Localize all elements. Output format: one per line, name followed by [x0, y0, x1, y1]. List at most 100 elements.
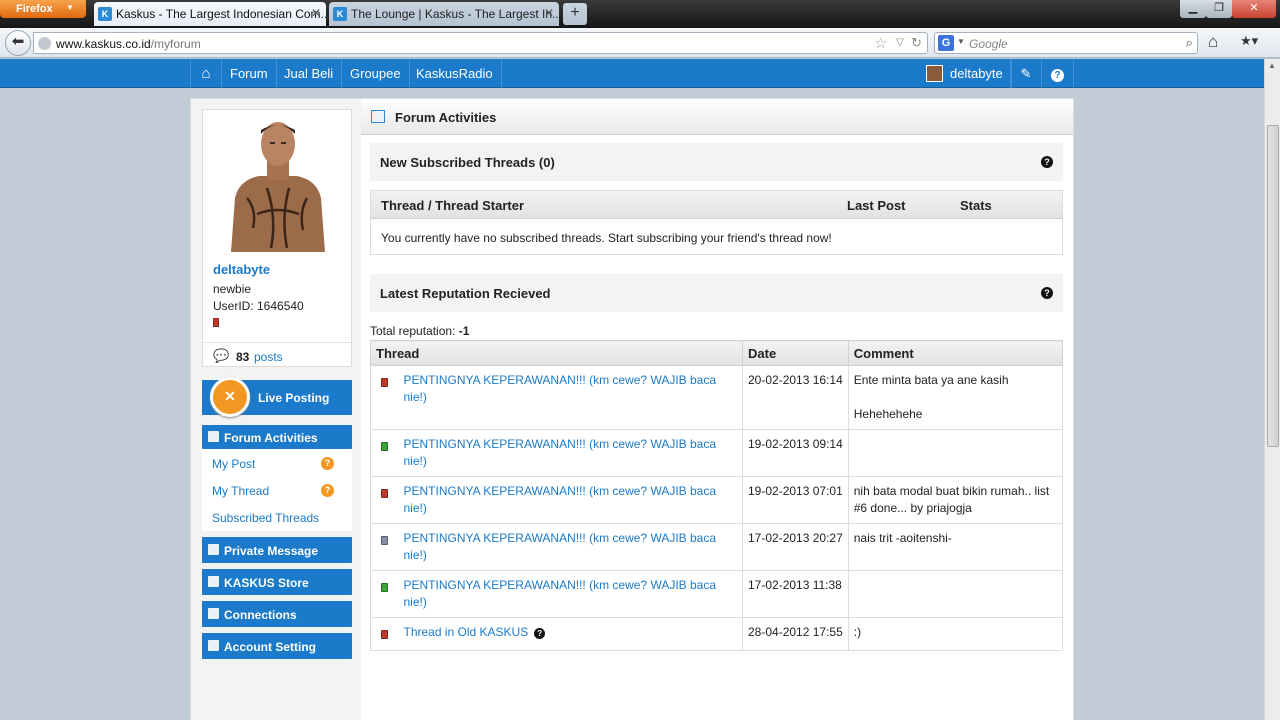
live-posting-label: Live Posting [258, 391, 330, 405]
total-reputation-label: Total reputation: [370, 324, 456, 338]
main-panel: Forum Activities New Subscribed Threads … [361, 99, 1073, 720]
column-header: Thread / Thread Starter [381, 198, 525, 213]
comment-cell: nais trit -aoitenshi- [847, 523, 1064, 571]
account-setting-button[interactable]: Account Setting [202, 633, 352, 659]
thread-cell: PENTINGNYA KEPERAWANAN!!! (km cewe? WAJI… [398, 523, 743, 571]
total-reputation-value: -1 [458, 324, 470, 338]
globe-icon [38, 37, 51, 50]
thread-cell: Thread in Old KASKUS? [398, 617, 743, 651]
nav-jual-beli[interactable]: Jual Beli [276, 59, 343, 88]
sidebar-item-my-post[interactable]: My Post ? [212, 457, 334, 471]
thread-link[interactable]: PENTINGNYA KEPERAWANAN!!! (km cewe? WAJI… [404, 531, 717, 562]
forum-activities-header: Forum Activities [361, 99, 1073, 135]
sidebar-item-label: My Thread [212, 484, 270, 498]
date-cell: 17-02-2013 20:27 [742, 523, 849, 571]
address-bar[interactable]: www.kaskus.co.id/myforum ☆ ▽ ↻ [33, 32, 928, 54]
reputation-dot-icon [381, 536, 389, 545]
site-header: ⌂ Forum Jual Beli Groupee KaskusRadio de… [0, 59, 1264, 88]
browser-titlebar: Firefox ▼ K Kaskus - The Largest Indones… [0, 0, 1280, 28]
reputation-icon-cell [370, 570, 399, 618]
user-menu[interactable]: deltabyte [918, 59, 1012, 88]
table-header-row: Thread Date Comment [370, 340, 1064, 366]
profile-username[interactable]: deltabyte [213, 262, 270, 277]
people-icon [208, 608, 219, 619]
home-icon[interactable]: ⌂ [1208, 32, 1218, 52]
search-bar[interactable]: G ▼ Google ⌕ [934, 32, 1198, 54]
kaskus-logo-icon: ✕ [210, 377, 250, 417]
thread-link[interactable]: Thread in Old KASKUS [404, 625, 529, 639]
live-posting-button[interactable]: ✕ Live Posting [202, 377, 352, 417]
new-tab-button[interactable]: + [563, 3, 587, 25]
date-cell: 19-02-2013 07:01 [742, 476, 849, 524]
firefox-menu-label: Firefox [16, 3, 53, 15]
sidebar-item-subscribed-threads[interactable]: Subscribed Threads [212, 511, 319, 525]
thread-cell: PENTINGNYA KEPERAWANAN!!! (km cewe? WAJI… [398, 476, 743, 524]
help-icon[interactable]: ? [1041, 156, 1053, 168]
total-reputation: Total reputation: -1 [370, 324, 469, 338]
window-minimize-button[interactable]: ▁ [1180, 0, 1206, 18]
window-maximize-button[interactable]: ❐ [1206, 0, 1232, 18]
forum-activities-button[interactable]: Forum Activities [202, 425, 352, 449]
nav-kaskusradio[interactable]: KaskusRadio [408, 59, 502, 88]
help-icon[interactable]: ? [321, 484, 334, 497]
bookmarks-menu-icon[interactable]: ★▾ [1240, 33, 1258, 49]
search-placeholder: Google [969, 37, 1008, 51]
thread-link[interactable]: PENTINGNYA KEPERAWANAN!!! (km cewe? WAJI… [404, 373, 717, 404]
thread-link[interactable]: PENTINGNYA KEPERAWANAN!!! (km cewe? WAJI… [404, 437, 717, 468]
close-icon[interactable]: ✕ [544, 6, 554, 20]
search-icon[interactable]: ⌕ [1186, 35, 1193, 51]
kaskus-store-button[interactable]: KASKUS Store [202, 569, 352, 595]
list-icon [208, 431, 219, 442]
help-icon[interactable]: ? [1041, 287, 1053, 299]
account-setting-label: Account Setting [224, 640, 316, 654]
envelope-icon [208, 544, 219, 555]
reputation-dot-icon [381, 630, 389, 639]
scrollbar-thumb[interactable] [1267, 125, 1279, 447]
url-text: www.kaskus.co.id/myforum [56, 37, 201, 51]
profile-card: deltabyte newbie UserID: 1646540 💬 83 po… [202, 109, 352, 367]
subscribed-threads-table: Thread / Thread Starter Last Post Stats … [370, 190, 1063, 255]
section-title: Latest Reputation Recieved [380, 286, 551, 301]
posts-link[interactable]: 💬 83 posts [203, 342, 351, 367]
scroll-up-icon[interactable]: ▲ [1268, 61, 1276, 70]
thread-link[interactable]: PENTINGNYA KEPERAWANAN!!! (km cewe? WAJI… [404, 578, 717, 609]
back-arrow-icon: ⬅ [11, 33, 25, 50]
reload-icon[interactable]: ↻ [911, 35, 922, 51]
profile-avatar[interactable] [227, 118, 329, 252]
tab-kaskus-home[interactable]: K Kaskus - The Largest Indonesian Com...… [94, 2, 326, 26]
cart-icon [208, 576, 219, 587]
kaskus-favicon-icon: K [333, 7, 347, 21]
tab-the-lounge[interactable]: K The Lounge | Kaskus - The Largest In..… [329, 2, 559, 26]
sidebar-item-label: My Post [212, 457, 256, 471]
history-dropdown-icon[interactable]: ▽ [896, 37, 904, 48]
page-content: deltabyte newbie UserID: 1646540 💬 83 po… [190, 98, 1074, 720]
sidebar-item-my-thread[interactable]: My Thread ? [212, 484, 334, 498]
empty-state-message: You currently have no subscribed threads… [381, 231, 832, 245]
date-cell: 20-02-2013 16:14 [742, 365, 849, 430]
speech-bubble-icon: 💬 [213, 348, 230, 363]
chevron-down-icon[interactable]: ▼ [957, 37, 965, 46]
nav-groupee[interactable]: Groupee [342, 59, 410, 88]
site-home-icon[interactable]: ⌂ [190, 59, 222, 88]
nav-forum[interactable]: Forum [222, 59, 277, 88]
close-icon[interactable]: ✕ [311, 6, 321, 20]
google-engine-icon[interactable]: G [938, 35, 954, 51]
back-button[interactable]: ⬅ [5, 30, 31, 56]
table-header: Thread / Thread Starter Last Post Stats [371, 191, 1062, 219]
page-scrollbar[interactable]: ▲ [1264, 59, 1280, 720]
connections-button[interactable]: Connections [202, 601, 352, 627]
bookmark-star-icon[interactable]: ☆ [874, 34, 887, 52]
column-header: Date [742, 340, 849, 366]
pencil-icon[interactable]: ✎ [1010, 59, 1042, 88]
help-button[interactable]: ? [1042, 59, 1074, 88]
table-row: PENTINGNYA KEPERAWANAN!!! (km cewe? WAJI… [370, 523, 1064, 571]
help-icon[interactable]: ? [321, 457, 334, 470]
reputation-dot-icon [381, 583, 389, 592]
thread-link[interactable]: PENTINGNYA KEPERAWANAN!!! (km cewe? WAJI… [404, 484, 717, 515]
reputation-rows: PENTINGNYA KEPERAWANAN!!! (km cewe? WAJI… [370, 365, 1064, 651]
private-message-button[interactable]: Private Message [202, 537, 352, 563]
column-header: Stats [960, 198, 992, 213]
window-close-button[interactable]: ✕ [1232, 0, 1276, 18]
help-icon[interactable]: ? [534, 628, 546, 639]
firefox-menu-button[interactable]: Firefox ▼ [0, 0, 86, 18]
